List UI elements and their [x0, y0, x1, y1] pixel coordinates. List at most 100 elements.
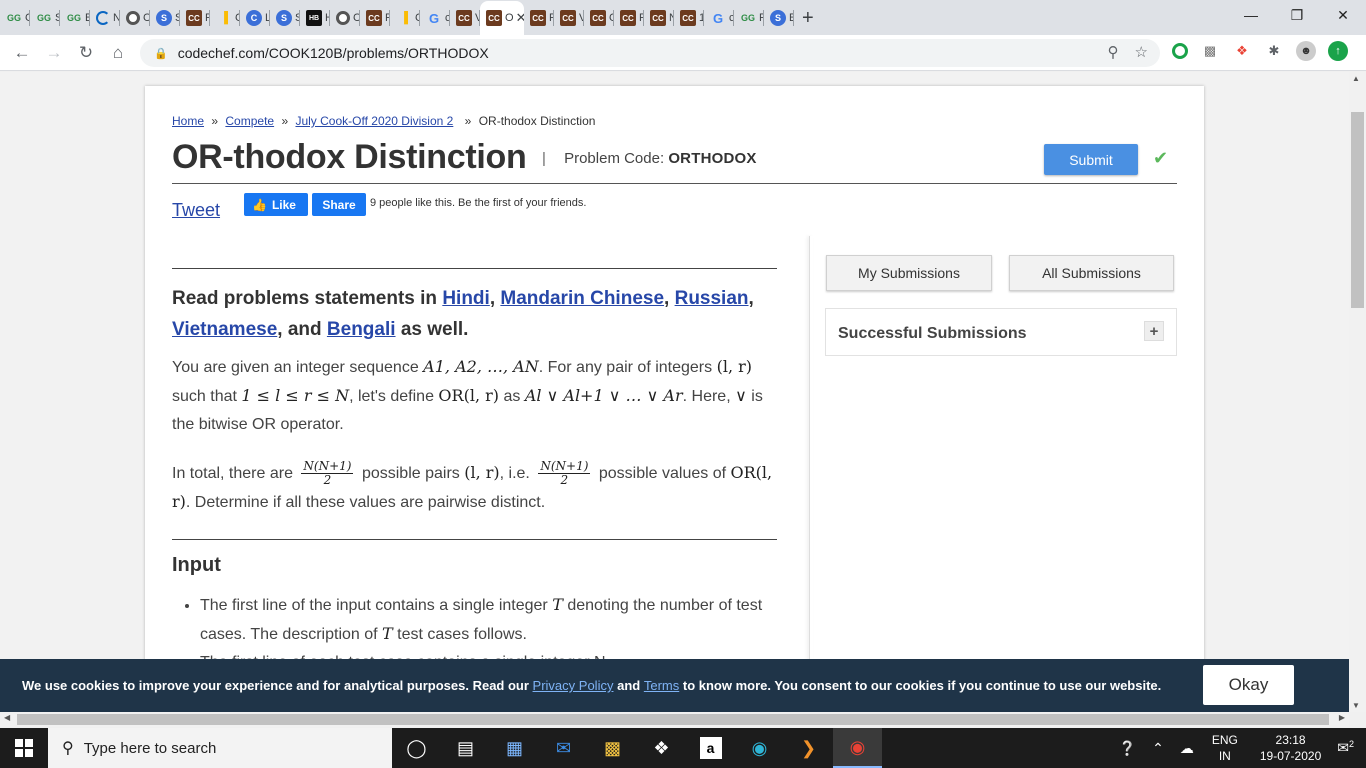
browser-tab[interactable]: N [90, 1, 120, 35]
facebook-like-button[interactable]: 👍 Like [244, 193, 308, 216]
extension-ring-icon[interactable] [1172, 43, 1188, 59]
lang-link-hindi[interactable]: Hindi [442, 288, 490, 309]
browser-tab[interactable]: SE [764, 1, 794, 35]
browser-tab[interactable]: CC F [614, 1, 644, 35]
address-bar[interactable]: 🔒 codechef.com/COOK120B/problems/ORTHODO… [140, 39, 1160, 67]
close-tab-icon[interactable]: ✕ [516, 10, 524, 26]
codechef-icon: CC [530, 10, 546, 26]
minimize-icon[interactable]: — [1228, 0, 1274, 30]
vertical-scrollbar[interactable]: ▲ ▼ [1349, 72, 1366, 712]
my-submissions-button[interactable]: My Submissions [826, 255, 992, 291]
browser-tab[interactable]: ▐ C [390, 1, 420, 35]
cloud-icon[interactable]: ☁ [1180, 740, 1194, 757]
profile-avatar-icon[interactable]: ☻ [1296, 41, 1316, 61]
amazon-icon[interactable]: a [686, 728, 735, 768]
cookie-message: We use cookies to improve your experienc… [22, 678, 1161, 693]
reload-icon[interactable]: ↻ [70, 37, 102, 69]
browser-tab[interactable]: GG F [734, 1, 764, 35]
bookmark-star-icon[interactable]: ☆ [1135, 43, 1148, 61]
store-icon[interactable]: ▦ [490, 728, 539, 768]
browser-tab[interactable]: Gc [704, 1, 734, 35]
browser-tab[interactable]: CC F [180, 1, 210, 35]
tweet-link[interactable]: Tweet [172, 200, 220, 221]
back-arrow-icon[interactable]: ← [6, 37, 38, 69]
all-submissions-button[interactable]: All Submissions [1009, 255, 1174, 291]
mail-icon[interactable]: ✉ [539, 728, 588, 768]
chevron-up-icon[interactable]: ⌃ [1152, 740, 1164, 757]
browser-tab[interactable]: CC V [554, 1, 584, 35]
extension-signal-icon[interactable]: ▩ [1200, 41, 1220, 61]
scroll-thumb[interactable] [17, 714, 1329, 725]
lang-link-bengali[interactable]: Bengali [327, 319, 396, 340]
browser-tab[interactable]: CC O ✕ [480, 1, 524, 35]
edge-icon[interactable]: ◉ [735, 728, 784, 768]
breadcrumb-home[interactable]: Home [172, 114, 204, 128]
scroll-right-icon[interactable]: ▶ [1339, 713, 1345, 722]
new-tab-button[interactable]: + [802, 1, 814, 35]
help-icon[interactable]: ❔ [1119, 740, 1136, 757]
clock[interactable]: 23:18 19-07-2020 [1260, 732, 1321, 764]
browser-tab[interactable]: SS [270, 1, 300, 35]
scroll-up-icon[interactable]: ▲ [1352, 74, 1360, 83]
home-icon[interactable]: ⌂ [102, 37, 134, 69]
browser-tab[interactable]: CC N [644, 1, 674, 35]
browser-tab[interactable]: GG G [0, 1, 30, 35]
cortana-icon[interactable]: ◯ [392, 728, 441, 768]
browser-tab[interactable]: CL [240, 1, 270, 35]
dropbox-icon[interactable]: ❖ [637, 728, 686, 768]
zoom-icon[interactable]: ⚲ [1108, 43, 1119, 61]
browser-tab[interactable]: GG S [30, 1, 60, 35]
browser-tab[interactable]: CC V [450, 1, 480, 35]
privacy-policy-link[interactable]: Privacy Policy [533, 678, 614, 693]
browser-tab[interactable]: SS [150, 1, 180, 35]
update-icon[interactable]: ↑ [1328, 41, 1348, 61]
browser-tab[interactable]: ▐ C [210, 1, 240, 35]
scroll-left-icon[interactable]: ◀ [4, 713, 10, 722]
lang-link-mandarin[interactable]: Mandarin Chinese [500, 288, 664, 309]
math-pair: (l, r) [716, 357, 753, 376]
browser-tab[interactable]: C [330, 1, 360, 35]
task-view-icon[interactable]: ▤ [441, 728, 490, 768]
extension-badge-icon[interactable]: ❖ [1232, 41, 1252, 61]
statement-divider [172, 539, 777, 540]
expand-plus-icon[interactable]: + [1144, 321, 1164, 341]
browser-tab[interactable]: CC C [584, 1, 614, 35]
browser-tab[interactable]: CC F [360, 1, 390, 35]
facebook-share-button[interactable]: Share [312, 193, 366, 216]
close-window-icon[interactable]: ✕ [1320, 0, 1366, 30]
windows-start-icon[interactable] [0, 728, 48, 768]
chrome-icon[interactable]: ◉ [833, 728, 882, 768]
extensions-puzzle-icon[interactable]: ✱ [1264, 41, 1284, 61]
file-explorer-icon[interactable]: ▩ [588, 728, 637, 768]
browser-tab[interactable]: CC F [524, 1, 554, 35]
scroll-thumb[interactable] [1351, 112, 1364, 308]
github-icon [126, 11, 140, 25]
scroll-down-icon[interactable]: ▼ [1352, 701, 1360, 710]
sublime-icon[interactable]: ❯ [784, 728, 833, 768]
restore-icon[interactable]: ❐ [1274, 0, 1320, 30]
problem-code-value: ORTHODOX [668, 150, 757, 167]
notifications-icon[interactable]: ✉2 [1337, 739, 1354, 757]
hackerrank-icon: HB [306, 10, 322, 26]
browser-tab[interactable]: GG E [60, 1, 90, 35]
forward-arrow-icon[interactable]: → [38, 37, 70, 69]
cookie-okay-button[interactable]: Okay [1203, 665, 1294, 705]
browser-tab[interactable]: HB H [300, 1, 330, 35]
breadcrumb-contest[interactable]: July Cook-Off 2020 Division 2 [295, 114, 453, 128]
browser-tab[interactable]: CC 1 [674, 1, 704, 35]
lock-icon[interactable]: 🔒 [154, 47, 168, 60]
language-links: Read problems statements in Hindi, Manda… [172, 288, 754, 340]
taskbar-search-input[interactable]: ⚲ Type here to search [48, 728, 392, 768]
lang-link-russian[interactable]: Russian [675, 288, 749, 309]
language-indicator[interactable]: ENG IN [1212, 732, 1238, 764]
browser-tab[interactable]: Gc [420, 1, 450, 35]
lang-link-vietnamese[interactable]: Vietnamese [172, 319, 277, 340]
horizontal-scrollbar[interactable]: ◀ ▶ [0, 712, 1349, 727]
browser-tab[interactable]: C [120, 1, 150, 35]
lang-prefix: Read problems statements in [172, 288, 438, 309]
loading-icon [96, 11, 110, 25]
breadcrumb-compete[interactable]: Compete [225, 114, 274, 128]
terms-link[interactable]: Terms [644, 678, 679, 693]
submit-button[interactable]: Submit [1044, 144, 1138, 175]
successful-submissions-panel[interactable]: Successful Submissions + [825, 308, 1177, 356]
